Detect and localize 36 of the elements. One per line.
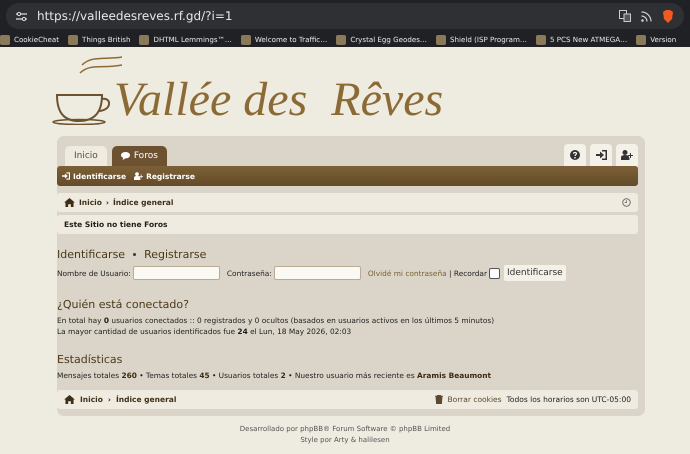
login-submit-button[interactable]: Identificarse: [504, 265, 566, 281]
bookmark-favicon-icon[interactable]: [240, 34, 251, 44]
remember-checkbox[interactable]: [489, 268, 500, 278]
speech-bubble-icon: [120, 152, 130, 160]
section-heading: Estadísticas: [57, 353, 122, 366]
nav-tab[interactable]: Foros: [112, 146, 167, 166]
help-button[interactable]: [564, 144, 586, 166]
add-user-icon: [134, 172, 144, 180]
register-heading[interactable]: Registrarse: [144, 248, 206, 261]
register-button[interactable]: [616, 144, 638, 166]
feed-icon[interactable]: [641, 10, 652, 22]
site-logo-title[interactable]: Vallée des Rêves: [114, 72, 444, 126]
home-icon: [64, 395, 75, 404]
bookmark-favicon-icon[interactable]: [536, 34, 546, 44]
help-icon: [570, 150, 580, 160]
bookmark-favicon-icon[interactable]: [636, 34, 646, 44]
translate-icon[interactable]: [619, 10, 631, 22]
bookmark-favicon-icon[interactable]: [336, 34, 346, 44]
address-bar[interactable]: https://valleedesreves.rf.gd/?i=1: [6, 3, 684, 29]
bookmark-favicon-icon[interactable]: [436, 34, 446, 44]
bookmark-favicon-icon[interactable]: [0, 34, 10, 44]
login-icon: [596, 150, 606, 160]
login-button[interactable]: [590, 144, 612, 166]
section-heading: ¿Quién está conectado?: [57, 298, 189, 311]
bookmark-favicon-icon[interactable]: [139, 34, 150, 44]
password-field[interactable]: [274, 266, 361, 280]
nav-tab[interactable]: Inicio: [65, 146, 107, 166]
trash-icon: [434, 395, 442, 404]
add-user-icon: [621, 150, 633, 160]
site-settings-icon[interactable]: [16, 12, 27, 20]
home-icon: [64, 198, 75, 207]
clock-icon: [622, 198, 631, 207]
login-heading[interactable]: Identificarse: [57, 248, 126, 261]
username-field[interactable]: [132, 266, 220, 280]
bookmark-favicon-icon[interactable]: [68, 34, 78, 44]
login-icon: [62, 172, 70, 180]
